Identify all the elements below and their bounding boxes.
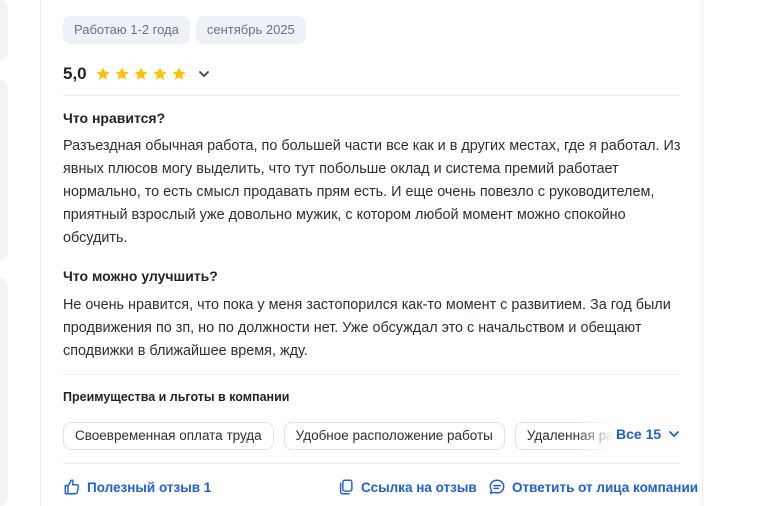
benefit-chip: Удаленная работа [514, 422, 615, 450]
benefits-chips: Своевременная оплата труда Удобное распо… [63, 422, 615, 450]
improve-text: Не очень нравится, что пока у меня засто… [63, 297, 671, 359]
star-icon [134, 67, 148, 80]
copy-link-icon [339, 479, 353, 495]
benefit-chip: Своевременная оплата труда [63, 422, 274, 450]
adjacent-panel [0, 0, 8, 60]
star-icon [115, 67, 129, 80]
copy-link-label: Ссылка на отзыв [361, 479, 477, 495]
improve-title: Что можно улучшить? [63, 268, 218, 284]
chevron-down-icon[interactable] [197, 67, 211, 81]
helpful-button[interactable]: Полезный отзыв 1 [63, 478, 211, 496]
helpful-label: Полезный отзыв 1 [87, 479, 212, 495]
adjacent-panel [0, 278, 8, 506]
likes-title: Что нравится? [63, 110, 166, 126]
show-all-label: Все 15 [616, 426, 662, 442]
tag-experience: Работаю 1-2 года [63, 16, 190, 44]
reply-as-company-button[interactable]: Ответить от лица компании [488, 478, 698, 496]
star-icon [96, 67, 110, 80]
rating-row[interactable]: 5,0 [63, 62, 211, 86]
review-card: Работаю 1-2 года сентябрь 2025 5,0 Что н… [40, 0, 703, 506]
likes-text: Разъездная обычная работа, по большей ча… [63, 138, 681, 246]
benefit-chip: Удобное расположение работы [283, 422, 505, 450]
star-icon [172, 67, 186, 80]
rating-stars [95, 66, 187, 82]
thumbs-up-icon [64, 479, 80, 495]
adjacent-panel [0, 80, 8, 260]
copy-link-button[interactable]: Ссылка на отзыв [337, 478, 477, 496]
divider [63, 374, 680, 375]
benefits-title: Преимущества и льготы в компании [63, 390, 290, 404]
star-icon [153, 67, 167, 80]
reply-label: Ответить от лица компании [512, 479, 699, 495]
divider [63, 95, 680, 96]
review-tags: Работаю 1-2 года сентябрь 2025 [63, 16, 306, 44]
rating-value: 5,0 [63, 64, 87, 83]
chevron-down-icon [669, 431, 680, 437]
chat-icon [489, 479, 505, 495]
show-all-benefits-button[interactable]: Все 15 [616, 426, 681, 442]
divider [63, 463, 680, 464]
tag-date: сентябрь 2025 [195, 16, 306, 44]
review-footer: Полезный отзыв 1 Ссылка на отзыв Ответит… [63, 478, 698, 500]
